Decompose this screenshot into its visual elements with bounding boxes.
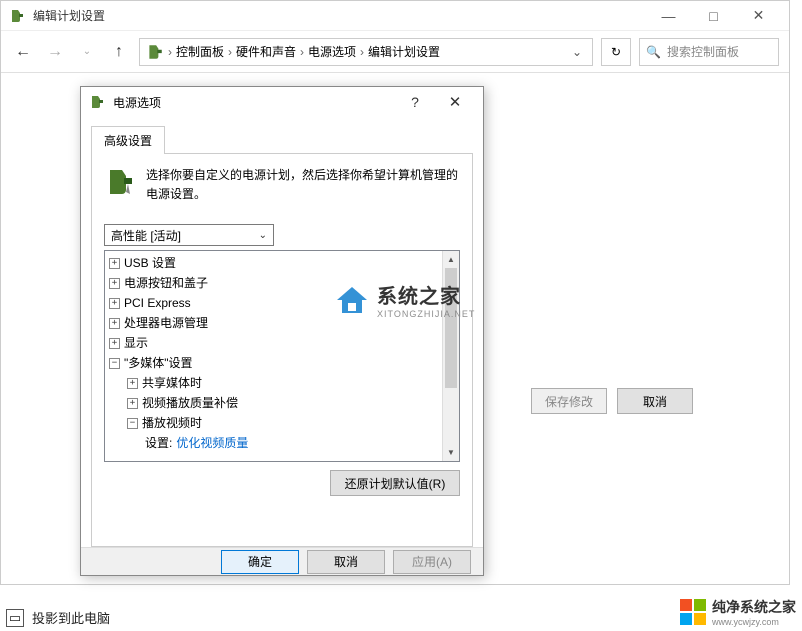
description-row: 选择你要自定义的电源计划，然后选择你希望计算机管理的电源设置。 bbox=[104, 166, 460, 204]
window-title: 编辑计划设置 bbox=[33, 7, 646, 24]
tree-scrollbar[interactable]: ▲ ▼ bbox=[442, 251, 459, 461]
navigation-toolbar: ← → ⌄ ↑ › 控制面板 › 硬件和声音 › 电源选项 › 编辑计划设置 ⌄… bbox=[1, 31, 789, 73]
tree-content: +USB 设置 +电源按钮和盖子 +PCI Express +处理器电源管理 +… bbox=[105, 251, 459, 455]
power-options-icon bbox=[9, 8, 25, 24]
minimize-button[interactable]: — bbox=[646, 1, 691, 31]
setting-value-link[interactable]: 优化视频质量 bbox=[176, 433, 248, 453]
maximize-button[interactable]: □ bbox=[691, 1, 736, 31]
collapse-icon[interactable]: − bbox=[127, 418, 138, 429]
watermark-ycwjzy: 纯净系统之家 www.ycwjzy.com bbox=[680, 597, 796, 627]
plan-selector[interactable]: 高性能 [活动] ⌄ bbox=[104, 224, 274, 246]
breadcrumb-item[interactable]: 编辑计划设置 bbox=[368, 43, 440, 60]
tree-node-multimedia[interactable]: −"多媒体"设置 bbox=[109, 353, 455, 373]
tree-node-video-quality-bias[interactable]: +视频播放质量补偿 bbox=[109, 393, 455, 413]
tab-panel: 选择你要自定义的电源计划，然后选择你希望计算机管理的电源设置。 高性能 [活动]… bbox=[91, 153, 473, 547]
tree-node-play-video[interactable]: −播放视频时 bbox=[109, 413, 455, 433]
tree-node-power-buttons[interactable]: +电源按钮和盖子 bbox=[109, 273, 455, 293]
page-action-row: 保存修改 取消 bbox=[531, 388, 693, 414]
forward-button[interactable]: → bbox=[43, 40, 67, 64]
watermark2-text: 纯净系统之家 bbox=[712, 599, 796, 615]
search-input[interactable]: 🔍 搜索控制面板 bbox=[639, 38, 779, 66]
search-placeholder: 搜索控制面板 bbox=[667, 43, 739, 60]
breadcrumb-sep: › bbox=[228, 45, 232, 59]
scroll-down-button[interactable]: ▼ bbox=[443, 444, 459, 461]
dialog-title: 电源选项 bbox=[113, 94, 395, 111]
dialog-body: 高级设置 选择你要自定义的电源计划，然后选择你希望计算机管理的电源设置。 高性能… bbox=[81, 117, 483, 547]
tree-node-cpu[interactable]: +处理器电源管理 bbox=[109, 313, 455, 333]
apply-button[interactable]: 应用(A) bbox=[393, 550, 471, 574]
breadcrumb-item[interactable]: 控制面板 bbox=[176, 43, 224, 60]
description-text: 选择你要自定义的电源计划，然后选择你希望计算机管理的电源设置。 bbox=[146, 166, 460, 204]
dialog-titlebar[interactable]: 电源选项 ? ✕ bbox=[81, 87, 483, 117]
tree-node-usb[interactable]: +USB 设置 bbox=[109, 253, 455, 273]
expand-icon[interactable]: + bbox=[109, 298, 120, 309]
collapse-icon[interactable]: − bbox=[109, 358, 120, 369]
expand-icon[interactable]: + bbox=[109, 278, 120, 289]
back-button[interactable]: ← bbox=[11, 40, 35, 64]
settings-tree: +USB 设置 +电源按钮和盖子 +PCI Express +处理器电源管理 +… bbox=[104, 250, 460, 462]
refresh-button[interactable]: ↻ bbox=[601, 38, 631, 66]
expand-icon[interactable]: + bbox=[109, 318, 120, 329]
power-plan-icon bbox=[104, 166, 136, 198]
close-button[interactable]: ✕ bbox=[736, 1, 781, 31]
search-icon: 🔍 bbox=[646, 45, 661, 59]
breadcrumb-sep: › bbox=[168, 45, 172, 59]
dialog-close-button[interactable]: ✕ bbox=[435, 87, 475, 117]
project-icon: ▭ bbox=[6, 609, 24, 627]
scroll-thumb[interactable] bbox=[445, 268, 457, 388]
tree-leaf-setting[interactable]: 设置: 优化视频质量 bbox=[109, 433, 455, 453]
save-button[interactable]: 保存修改 bbox=[531, 388, 607, 414]
expand-icon[interactable]: + bbox=[109, 258, 120, 269]
breadcrumb-icon bbox=[146, 43, 164, 61]
expand-icon[interactable]: + bbox=[127, 398, 138, 409]
breadcrumb[interactable]: › 控制面板 › 硬件和声音 › 电源选项 › 编辑计划设置 ⌄ bbox=[139, 38, 593, 66]
chevron-down-icon: ⌄ bbox=[259, 230, 267, 241]
tree-node-display[interactable]: +显示 bbox=[109, 333, 455, 353]
breadcrumb-sep: › bbox=[300, 45, 304, 59]
setting-label: 设置: bbox=[145, 433, 172, 453]
watermark2-sub: www.ycwjzy.com bbox=[712, 617, 796, 627]
restore-row: 还原计划默认值(R) bbox=[104, 470, 460, 496]
project-label: 投影到此电脑 bbox=[32, 608, 110, 627]
tree-node-pci[interactable]: +PCI Express bbox=[109, 293, 455, 313]
ok-button[interactable]: 确定 bbox=[221, 550, 299, 574]
cancel-button[interactable]: 取消 bbox=[307, 550, 385, 574]
tree-node-share-media[interactable]: +共享媒体时 bbox=[109, 373, 455, 393]
breadcrumb-sep: › bbox=[360, 45, 364, 59]
windows-logo-icon bbox=[680, 599, 706, 625]
power-options-dialog: 电源选项 ? ✕ 高级设置 选择你要自定义的电源计划，然后选择你希望计算机管理的… bbox=[80, 86, 484, 576]
breadcrumb-dropdown[interactable]: ⌄ bbox=[568, 45, 586, 59]
tab-strip: 高级设置 bbox=[91, 125, 473, 153]
dialog-help-button[interactable]: ? bbox=[395, 87, 435, 117]
taskbar-project-item[interactable]: ▭ 投影到此电脑 bbox=[6, 608, 110, 627]
titlebar: 编辑计划设置 — □ ✕ bbox=[1, 1, 789, 31]
dialog-icon bbox=[89, 94, 105, 110]
up-button[interactable]: ↑ bbox=[107, 40, 131, 64]
expand-icon[interactable]: + bbox=[127, 378, 138, 389]
dialog-footer: 确定 取消 应用(A) bbox=[81, 547, 483, 575]
cancel-button[interactable]: 取消 bbox=[617, 388, 693, 414]
breadcrumb-item[interactable]: 硬件和声音 bbox=[236, 43, 296, 60]
restore-defaults-button[interactable]: 还原计划默认值(R) bbox=[330, 470, 460, 496]
recent-dropdown[interactable]: ⌄ bbox=[75, 40, 99, 64]
scroll-up-button[interactable]: ▲ bbox=[443, 251, 459, 268]
expand-icon[interactable]: + bbox=[109, 338, 120, 349]
tab-advanced[interactable]: 高级设置 bbox=[91, 126, 165, 154]
breadcrumb-item[interactable]: 电源选项 bbox=[308, 43, 356, 60]
window-buttons: — □ ✕ bbox=[646, 1, 781, 31]
plan-selected-value: 高性能 [活动] bbox=[111, 227, 181, 244]
